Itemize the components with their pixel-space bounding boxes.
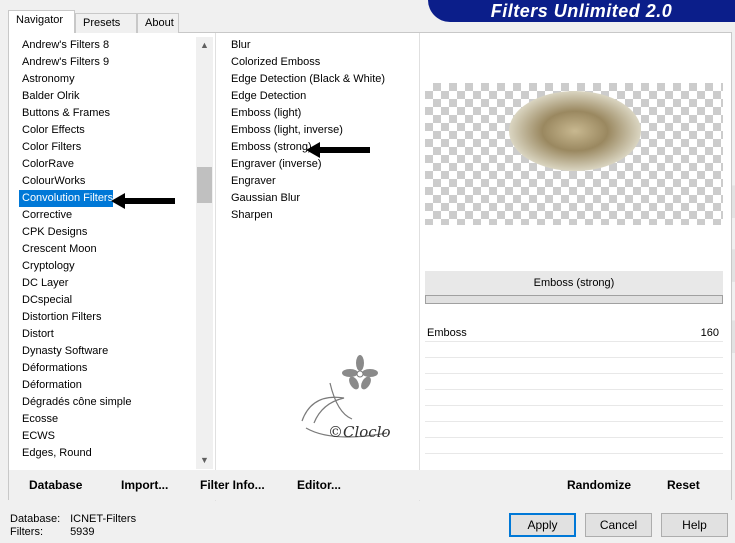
database-label: Database: — [10, 513, 61, 525]
database-button[interactable]: Database — [29, 478, 82, 492]
category-item[interactable]: Andrew's Filters 9 — [19, 54, 204, 71]
randomize-button[interactable]: Randomize — [567, 478, 631, 492]
category-list[interactable]: Andrew's Filters 8 Andrew's Filters 9 Astr… — [19, 37, 204, 462]
filters-count: 5939 — [70, 526, 95, 538]
filter-preview — [425, 83, 723, 225]
category-item[interactable]: Corrective — [19, 207, 204, 224]
reset-button[interactable]: Reset — [667, 478, 700, 492]
parameter-row — [425, 374, 723, 390]
filter-item[interactable]: Gaussian Blur — [228, 190, 423, 207]
filters-label: Filters: — [10, 526, 43, 538]
filter-item[interactable]: Emboss (light) — [228, 105, 423, 122]
parameter-row — [425, 358, 723, 374]
category-item[interactable]: Balder Olrik — [19, 88, 204, 105]
parameter-list[interactable]: Emboss 160 — [425, 325, 723, 454]
category-item[interactable]: Dynasty Software — [19, 343, 204, 360]
filter-item[interactable]: Blur — [228, 37, 423, 54]
tab-navigator[interactable]: Navigator — [8, 10, 75, 33]
scroll-up-icon[interactable]: ▲ — [196, 37, 213, 54]
status-area: Database: ICNET-Filters Filters: 5939 — [10, 513, 136, 539]
cancel-button[interactable]: Cancel — [585, 513, 652, 537]
help-button[interactable]: Help — [661, 513, 728, 537]
category-item[interactable]: CPK Designs — [19, 224, 204, 241]
arrow-left-icon — [306, 142, 370, 158]
filter-item[interactable]: Colorized Emboss — [228, 54, 423, 71]
parameter-row — [425, 406, 723, 422]
category-item[interactable]: Color Filters — [19, 139, 204, 156]
category-item[interactable]: Distortion Filters — [19, 309, 204, 326]
category-item[interactable]: Crescent Moon — [19, 241, 204, 258]
parameter-row[interactable]: Emboss 160 — [425, 325, 723, 342]
scroll-thumb[interactable] — [197, 167, 212, 203]
category-item[interactable]: Cryptology — [19, 258, 204, 275]
category-item[interactable]: Dégradés cône simple — [19, 394, 204, 411]
editor-button[interactable]: Editor... — [297, 478, 341, 492]
parameter-name: Emboss — [427, 327, 467, 339]
filter-item[interactable]: Edge Detection — [228, 88, 423, 105]
category-item[interactable]: Déformation — [19, 377, 204, 394]
divider — [215, 33, 216, 501]
filter-item[interactable]: Sharpen — [228, 207, 423, 224]
bottom-toolbar: Database Import... Filter Info... Editor… — [9, 470, 731, 500]
category-item[interactable]: Astronomy — [19, 71, 204, 88]
scroll-down-icon[interactable]: ▼ — [196, 452, 213, 469]
parameter-value: 160 — [700, 327, 719, 339]
category-item[interactable]: ECWS — [19, 428, 204, 445]
category-item[interactable]: Andrew's Filters 8 — [19, 37, 204, 54]
tab-presets[interactable]: Presets — [75, 13, 137, 33]
logo-text: ©Cloclo — [328, 423, 391, 441]
app-title: Filters Unlimited 2.0 — [490, 1, 673, 21]
apply-button[interactable]: Apply — [509, 513, 576, 537]
filter-item[interactable]: Edge Detection (Black & White) — [228, 71, 423, 88]
parameter-row — [425, 438, 723, 454]
import-button[interactable]: Import... — [121, 478, 168, 492]
category-item[interactable]: Edges, Round — [19, 445, 204, 462]
navigator-panel: Andrew's Filters 8 Andrew's Filters 9 Astr… — [8, 32, 732, 501]
category-item[interactable]: Déformations — [19, 360, 204, 377]
filter-item[interactable]: Engraver — [228, 173, 423, 190]
filter-info-button[interactable]: Filter Info... — [200, 478, 265, 492]
title-banner: Filters Unlimited 2.0 — [428, 0, 735, 22]
category-item[interactable]: DCspecial — [19, 292, 204, 309]
parameter-bar — [425, 295, 723, 304]
tab-about[interactable]: About — [137, 13, 179, 33]
parameter-row — [425, 342, 723, 358]
category-item[interactable]: DC Layer — [19, 275, 204, 292]
parameter-row — [425, 390, 723, 406]
parameter-row — [425, 422, 723, 438]
filter-item[interactable]: Engraver (inverse) — [228, 156, 423, 173]
category-item[interactable]: Distort — [19, 326, 204, 343]
flower-logo-icon: ©Cloclo — [301, 355, 391, 441]
filter-item[interactable]: Emboss (light, inverse) — [228, 122, 423, 139]
database-value: ICNET-Filters — [70, 513, 137, 525]
arrow-left-icon — [111, 193, 175, 209]
category-scrollbar[interactable]: ▲ ▼ — [196, 37, 213, 469]
category-item[interactable]: Color Effects — [19, 122, 204, 139]
category-item[interactable]: Ecosse — [19, 411, 204, 428]
category-item[interactable]: ColorRave — [19, 156, 204, 173]
category-item[interactable]: Buttons & Frames — [19, 105, 204, 122]
category-item[interactable]: ColourWorks — [19, 173, 204, 190]
category-item-selected[interactable]: Convolution Filters — [19, 190, 113, 207]
preview-image — [509, 91, 641, 171]
